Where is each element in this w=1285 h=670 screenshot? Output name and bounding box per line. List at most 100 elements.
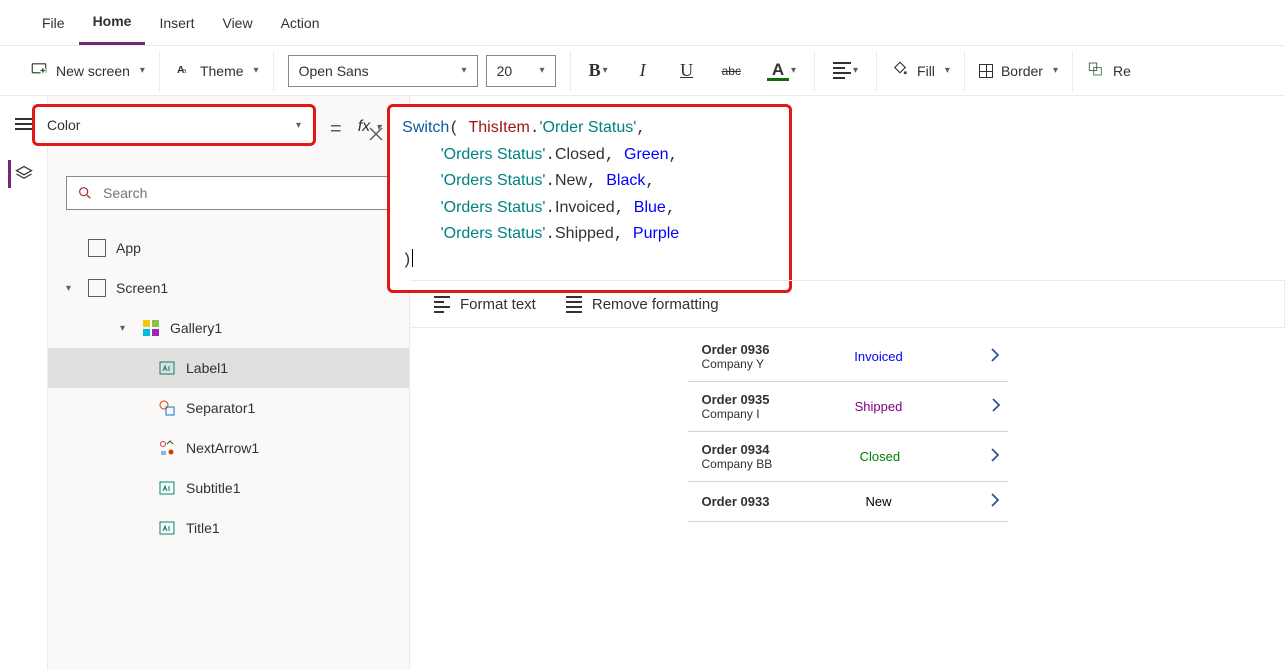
reorder-button[interactable]: Re: [1113, 63, 1131, 79]
property-select-value: Color: [47, 117, 80, 133]
chevron-down-icon: ▾: [540, 65, 545, 76]
menu-view[interactable]: View: [208, 0, 266, 45]
gallery-row[interactable]: Order 0933 New: [688, 482, 1008, 522]
reorder-icon: [1087, 60, 1105, 81]
nextarrow-icon: [158, 439, 176, 457]
new-screen-icon: [30, 60, 48, 81]
tree-search-input[interactable]: [103, 185, 380, 201]
strikethrough-icon: abc: [722, 64, 741, 78]
font-select-value: Open Sans: [299, 63, 369, 79]
chevron-right-icon: [987, 447, 1003, 466]
gallery-row-status: Invoiced: [854, 349, 902, 364]
gallery-row-status: Closed: [860, 449, 900, 464]
tree-node-label: Gallery1: [170, 320, 222, 336]
gallery-row-subtitle: Company BB: [702, 457, 773, 471]
label-icon: [158, 519, 176, 537]
chevron-right-icon: [987, 492, 1003, 511]
search-icon: [77, 185, 93, 201]
format-text-button[interactable]: Format text: [434, 296, 536, 313]
gallery-row-status: Shipped: [855, 399, 903, 414]
align-button[interactable]: ▾: [829, 55, 862, 87]
new-screen-button[interactable]: New screen: [56, 63, 130, 79]
formula-editor[interactable]: Switch( ThisItem.'Order Status', 'Orders…: [387, 104, 792, 293]
tree-node-subtitle1[interactable]: Subtitle1: [48, 468, 409, 508]
remove-formatting-button[interactable]: Remove formatting: [566, 296, 719, 313]
gallery-icon: [142, 319, 160, 337]
gallery-row-title: Order 0936: [702, 342, 770, 357]
fill-button[interactable]: Fill: [917, 63, 935, 79]
chevron-down-icon: ▾: [254, 65, 259, 76]
menu-home[interactable]: Home: [79, 0, 146, 45]
tree-node-label1[interactable]: Label1: [48, 348, 409, 388]
font-color-icon: A: [767, 55, 789, 87]
gallery-row-title: Order 0933: [702, 494, 770, 509]
tree-node-label: App: [116, 240, 141, 256]
tree-node-app[interactable]: App: [48, 228, 409, 268]
hamburger-icon: [15, 118, 33, 130]
format-text-label: Format text: [460, 296, 536, 313]
left-rail: [0, 96, 48, 670]
property-select[interactable]: Color ▾: [32, 104, 316, 146]
tree-node-label: Separator1: [186, 400, 255, 416]
fx-button[interactable]: fx ▾: [352, 104, 387, 136]
menu-file[interactable]: File: [28, 0, 79, 45]
tree-node-separator1[interactable]: Separator1: [48, 388, 409, 428]
app-icon: [88, 239, 106, 257]
gallery-row[interactable]: Order 0934 Company BB Closed: [688, 432, 1008, 482]
bold-button[interactable]: B▾: [585, 55, 612, 87]
italic-icon: I: [640, 60, 646, 81]
theme-icon: Aa: [174, 60, 192, 81]
fx-icon: fx: [358, 118, 370, 136]
remove-formatting-label: Remove formatting: [592, 296, 719, 313]
remove-formatting-icon: [566, 296, 582, 313]
strikethrough-button[interactable]: abc: [718, 55, 745, 87]
label-icon: [158, 479, 176, 497]
tree-node-gallery1[interactable]: ▾ Gallery1: [48, 308, 409, 348]
gallery-row-subtitle: Company Y: [702, 357, 770, 371]
font-select[interactable]: Open Sans ▾: [288, 55, 478, 87]
border-button[interactable]: Border: [1001, 63, 1043, 79]
tree-node-label: Screen1: [116, 280, 168, 296]
font-color-button[interactable]: A ▾: [763, 55, 800, 87]
tree-view-panel: Tree view App ▾ Screen1 ▾: [48, 96, 410, 670]
tree-node-label: NextArrow1: [186, 440, 259, 456]
fill-icon: [891, 60, 909, 81]
bold-icon: B: [589, 60, 601, 81]
border-icon: [979, 64, 993, 78]
caret-down-icon: ▾: [66, 283, 78, 294]
menu-insert[interactable]: Insert: [145, 0, 208, 45]
screen-icon: [88, 279, 106, 297]
tree-node-label: Label1: [186, 360, 228, 376]
gallery-row-title: Order 0935: [702, 392, 770, 407]
tree-node-label: Subtitle1: [186, 480, 240, 496]
format-bar: Format text Remove formatting: [410, 280, 1285, 328]
chevron-right-icon: [988, 397, 1004, 416]
gallery-row-status: New: [865, 494, 891, 509]
gallery-row[interactable]: Order 0935 Company I Shipped: [688, 382, 1008, 432]
tree-node-label: Title1: [186, 520, 220, 536]
chevron-down-icon: ▾: [462, 65, 467, 76]
gallery-preview: Order 0936 Company Y Invoiced Order 0935…: [688, 332, 1008, 522]
gallery-row-subtitle: Company I: [702, 407, 770, 421]
tree-search[interactable]: [66, 176, 391, 210]
menu-bar: File Home Insert View Action: [0, 0, 1285, 46]
layers-icon: [14, 164, 34, 184]
rail-tree-view-button[interactable]: [8, 160, 36, 188]
separator-icon: [158, 399, 176, 417]
underline-button[interactable]: U: [674, 55, 700, 87]
align-left-icon: [833, 62, 851, 79]
chevron-right-icon: [987, 347, 1003, 366]
label-icon: [158, 359, 176, 377]
tree-list: App ▾ Screen1 ▾ Gallery1 Label1: [48, 222, 409, 670]
font-size-select[interactable]: 20 ▾: [486, 55, 556, 87]
menu-action[interactable]: Action: [267, 0, 334, 45]
tree-node-screen1[interactable]: ▾ Screen1: [48, 268, 409, 308]
gallery-row[interactable]: Order 0936 Company Y Invoiced: [688, 332, 1008, 382]
tree-node-nextarrow1[interactable]: NextArrow1: [48, 428, 409, 468]
gallery-row-title: Order 0934: [702, 442, 773, 457]
font-size-value: 20: [497, 63, 513, 79]
tree-node-title1[interactable]: Title1: [48, 508, 409, 548]
chevron-down-icon: ▾: [140, 65, 145, 76]
italic-button[interactable]: I: [630, 55, 656, 87]
theme-button[interactable]: Theme: [200, 63, 244, 79]
